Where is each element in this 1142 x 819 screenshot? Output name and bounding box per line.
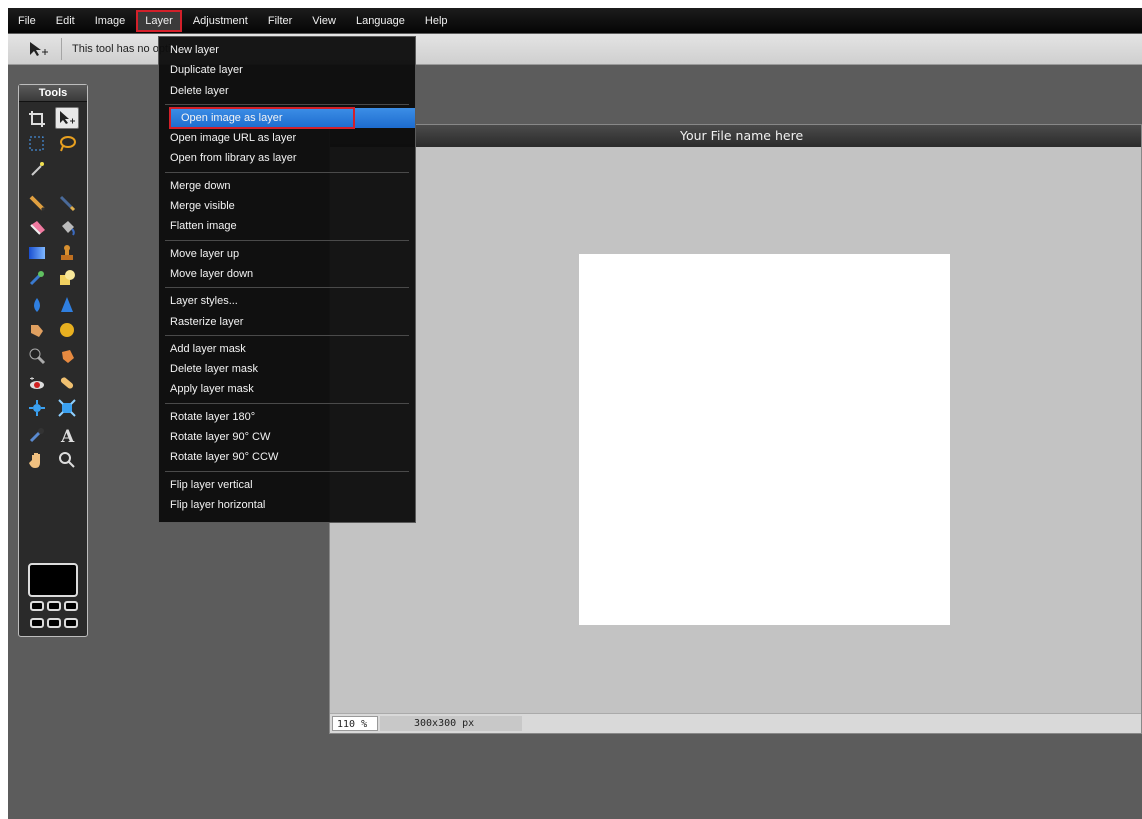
red-eye-icon[interactable] [25,372,49,394]
shape-icon[interactable] [55,267,79,289]
menu-language[interactable]: Language [348,11,413,31]
color-picker-icon[interactable] [25,424,49,446]
menu-separator [165,287,409,289]
type-icon[interactable]: A [55,424,79,446]
menu-item-merge-down[interactable]: Merge down [159,176,415,196]
canvas-area[interactable] [330,147,1141,713]
menu-item-rotate-90-cw[interactable]: Rotate layer 90° CW [159,427,415,447]
menu-item-new-layer[interactable]: New layer [159,40,415,60]
menu-image[interactable]: Image [87,11,134,31]
hand-icon[interactable] [25,449,49,471]
brush-icon[interactable] [55,192,79,214]
svg-text:A: A [60,427,75,444]
move-tool-icon[interactable] [28,40,50,58]
menu-file[interactable]: File [10,11,44,31]
spot-heal-icon[interactable] [55,372,79,394]
menu-item-flatten-image[interactable]: Flatten image [159,216,415,236]
tools-panel: Tools A [18,84,88,637]
menu-filter[interactable]: Filter [260,11,300,31]
swatch-cell[interactable] [30,617,44,628]
menu-item-rotate-90-ccw[interactable]: Rotate layer 90° CCW [159,447,415,467]
blur-icon[interactable] [25,294,49,316]
pinch-icon[interactable] [55,397,79,419]
sponge-icon[interactable] [55,319,79,341]
pencil-icon[interactable] [25,192,49,214]
swatch-cell[interactable] [30,601,44,611]
menu-separator [165,402,409,404]
document-title: Your File name here [680,128,804,143]
color-replace-icon[interactable] [25,267,49,289]
lasso-icon[interactable] [55,133,79,155]
foreground-color-swatch[interactable] [28,563,78,597]
menu-item-add-layer-mask[interactable]: Add layer mask [159,339,415,359]
status-bar: 110 % 300x300 px [330,713,1141,733]
menu-item-flip-vertical[interactable]: Flip layer vertical [159,475,415,495]
layer-dropdown-menu: New layer Duplicate layer Delete layer O… [158,36,416,523]
swatch-cell[interactable] [64,601,78,611]
marquee-select-icon[interactable] [25,133,49,155]
bloat-icon[interactable] [25,397,49,419]
menu-item-rasterize-layer[interactable]: Rasterize layer [159,312,415,332]
menu-item-open-image-url-as-layer[interactable]: Open image URL as layer [159,128,415,148]
menu-item-delete-layer-mask[interactable]: Delete layer mask [159,359,415,379]
menu-item-open-image-as-layer[interactable]: Open image as layer [169,106,355,130]
menu-help[interactable]: Help [417,11,456,31]
zoom-field[interactable]: 110 % [332,716,378,731]
menu-separator [165,334,409,336]
menu-separator [165,239,409,241]
menu-item-merge-visible[interactable]: Merge visible [159,196,415,216]
image-size-label: 300x300 px [380,716,522,731]
menu-separator [165,171,409,173]
menu-item-move-layer-down[interactable]: Move layer down [159,264,415,284]
tools-panel-title: Tools [19,85,87,102]
menu-layer[interactable]: Layer [136,9,182,32]
smudge-icon[interactable] [25,319,49,341]
menu-edit[interactable]: Edit [48,11,83,31]
swatch-cell[interactable] [47,617,61,628]
menu-item-open-from-library-as-layer[interactable]: Open from library as layer [159,148,415,168]
menu-separator [165,103,409,105]
menu-item-move-layer-up[interactable]: Move layer up [159,244,415,264]
gradient-icon[interactable] [25,242,49,264]
swatch-grid[interactable] [28,601,80,631]
menu-item-flip-horizontal[interactable]: Flip layer horizontal [159,495,415,515]
dodge-icon[interactable] [55,345,79,367]
menu-adjustment[interactable]: Adjustment [185,11,256,31]
menu-view[interactable]: View [304,11,344,31]
photo-editor-app: File Edit Image Layer Adjustment Filter … [8,8,1142,819]
menu-item-layer-styles[interactable]: Layer styles... [159,291,415,311]
menu-item-open-image-as-layer-row[interactable]: Open image as layer [159,106,415,130]
burn-icon[interactable] [25,345,49,367]
menu-separator [165,470,409,472]
move-icon[interactable] [55,107,79,129]
eraser-icon[interactable] [25,217,49,239]
canvas[interactable] [579,254,950,625]
menu-item-duplicate-layer[interactable]: Duplicate layer [159,60,415,80]
menu-item-apply-layer-mask[interactable]: Apply layer mask [159,379,415,399]
zoom-icon[interactable] [55,449,79,471]
sharpen-icon[interactable] [55,294,79,316]
document-titlebar[interactable]: Your File name here [330,125,1141,147]
menu-item-delete-layer[interactable]: Delete layer [159,81,415,101]
swatch-cell[interactable] [64,617,78,628]
crop-icon[interactable] [25,108,49,130]
swatch-cell[interactable] [47,601,61,611]
magic-wand-icon[interactable] [25,158,49,180]
menu-item-rotate-180[interactable]: Rotate layer 180° [159,407,415,427]
document-window: Your File name here 110 % 300x300 px [329,124,1142,734]
clone-stamp-icon[interactable] [55,242,79,264]
paint-bucket-icon[interactable] [55,217,79,239]
options-divider [61,38,62,60]
menu-bar: File Edit Image Layer Adjustment Filter … [8,8,1142,33]
